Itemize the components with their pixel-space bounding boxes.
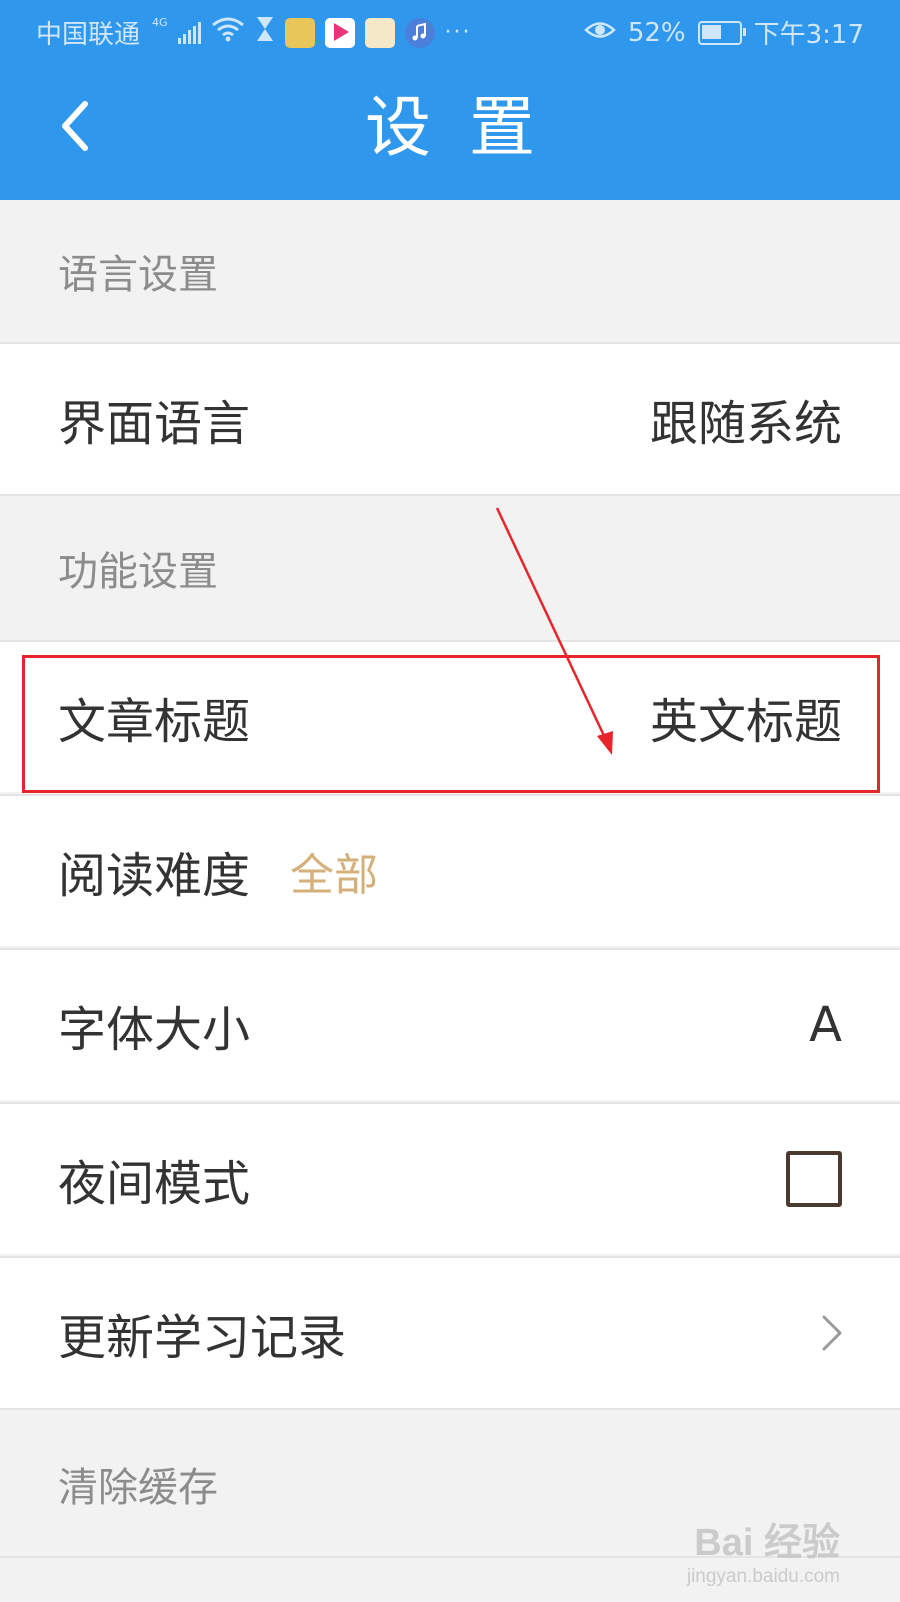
music-app-icon <box>404 17 435 48</box>
section-header-function: 功能设置 <box>0 494 900 640</box>
signal-icon <box>177 21 201 44</box>
app-icon-1 <box>284 17 315 48</box>
article-title-value: 英文标题 <box>649 694 842 750</box>
update-records-label: 更新学习记录 <box>58 1310 347 1366</box>
wifi-icon <box>211 16 245 49</box>
font-size-label: 字体大小 <box>58 1002 251 1058</box>
interface-language-row[interactable]: 界面语言 跟随系统 <box>0 342 900 494</box>
font-size-row[interactable]: 字体大小 A <box>0 948 900 1100</box>
battery-icon <box>697 20 746 45</box>
more-notifications-label: ··· <box>444 20 472 45</box>
battery-level-fill <box>701 24 721 39</box>
chevron-right-icon <box>822 1315 842 1351</box>
interface-language-label: 界面语言 <box>58 396 251 452</box>
app-header: 中国联通 4G ··· 52% 下午3:17 设置 <box>0 0 900 200</box>
eye-icon <box>583 18 616 48</box>
time-label: 下午3:17 <box>753 20 864 50</box>
baidu-jingyan-watermark: Bai 经验 jingyan.baidu.com <box>687 1511 840 1588</box>
night-mode-label: 夜间模式 <box>58 1156 251 1212</box>
interface-language-value: 跟随系统 <box>649 396 842 452</box>
page-title: 设置 <box>365 89 573 166</box>
night-mode-checkbox[interactable] <box>786 1151 842 1207</box>
title-bar: 设置 <box>0 62 900 200</box>
watermark-main-text: Bai 经验 <box>694 1522 840 1564</box>
article-title-label: 文章标题 <box>58 694 251 750</box>
battery-percent-label: 52% <box>627 17 686 48</box>
status-bar-right: 52% 下午3:17 <box>583 14 864 51</box>
watermark-sub-text: jingyan.baidu.com <box>686 1566 840 1587</box>
carrier-label: 中国联通 <box>36 20 141 50</box>
app-icon-3 <box>364 17 395 48</box>
hourglass-icon <box>255 15 275 50</box>
article-title-row[interactable]: 文章标题 英文标题 <box>0 640 900 792</box>
night-mode-row[interactable]: 夜间模式 <box>0 1102 900 1254</box>
reading-difficulty-row[interactable]: 阅读难度 全部 <box>0 794 900 946</box>
reading-difficulty-value: 全部 <box>290 850 378 901</box>
font-size-value: A <box>809 997 842 1053</box>
status-bar-left: 中国联通 4G ··· <box>36 14 472 51</box>
update-records-row[interactable]: 更新学习记录 <box>0 1256 900 1408</box>
youku-app-icon <box>324 17 355 48</box>
section-header-language: 语言设置 <box>0 200 900 342</box>
reading-difficulty-label: 阅读难度 <box>58 848 251 904</box>
network-type-label: 4G <box>152 16 168 29</box>
status-bar: 中国联通 4G ··· 52% 下午3:17 <box>0 0 900 62</box>
